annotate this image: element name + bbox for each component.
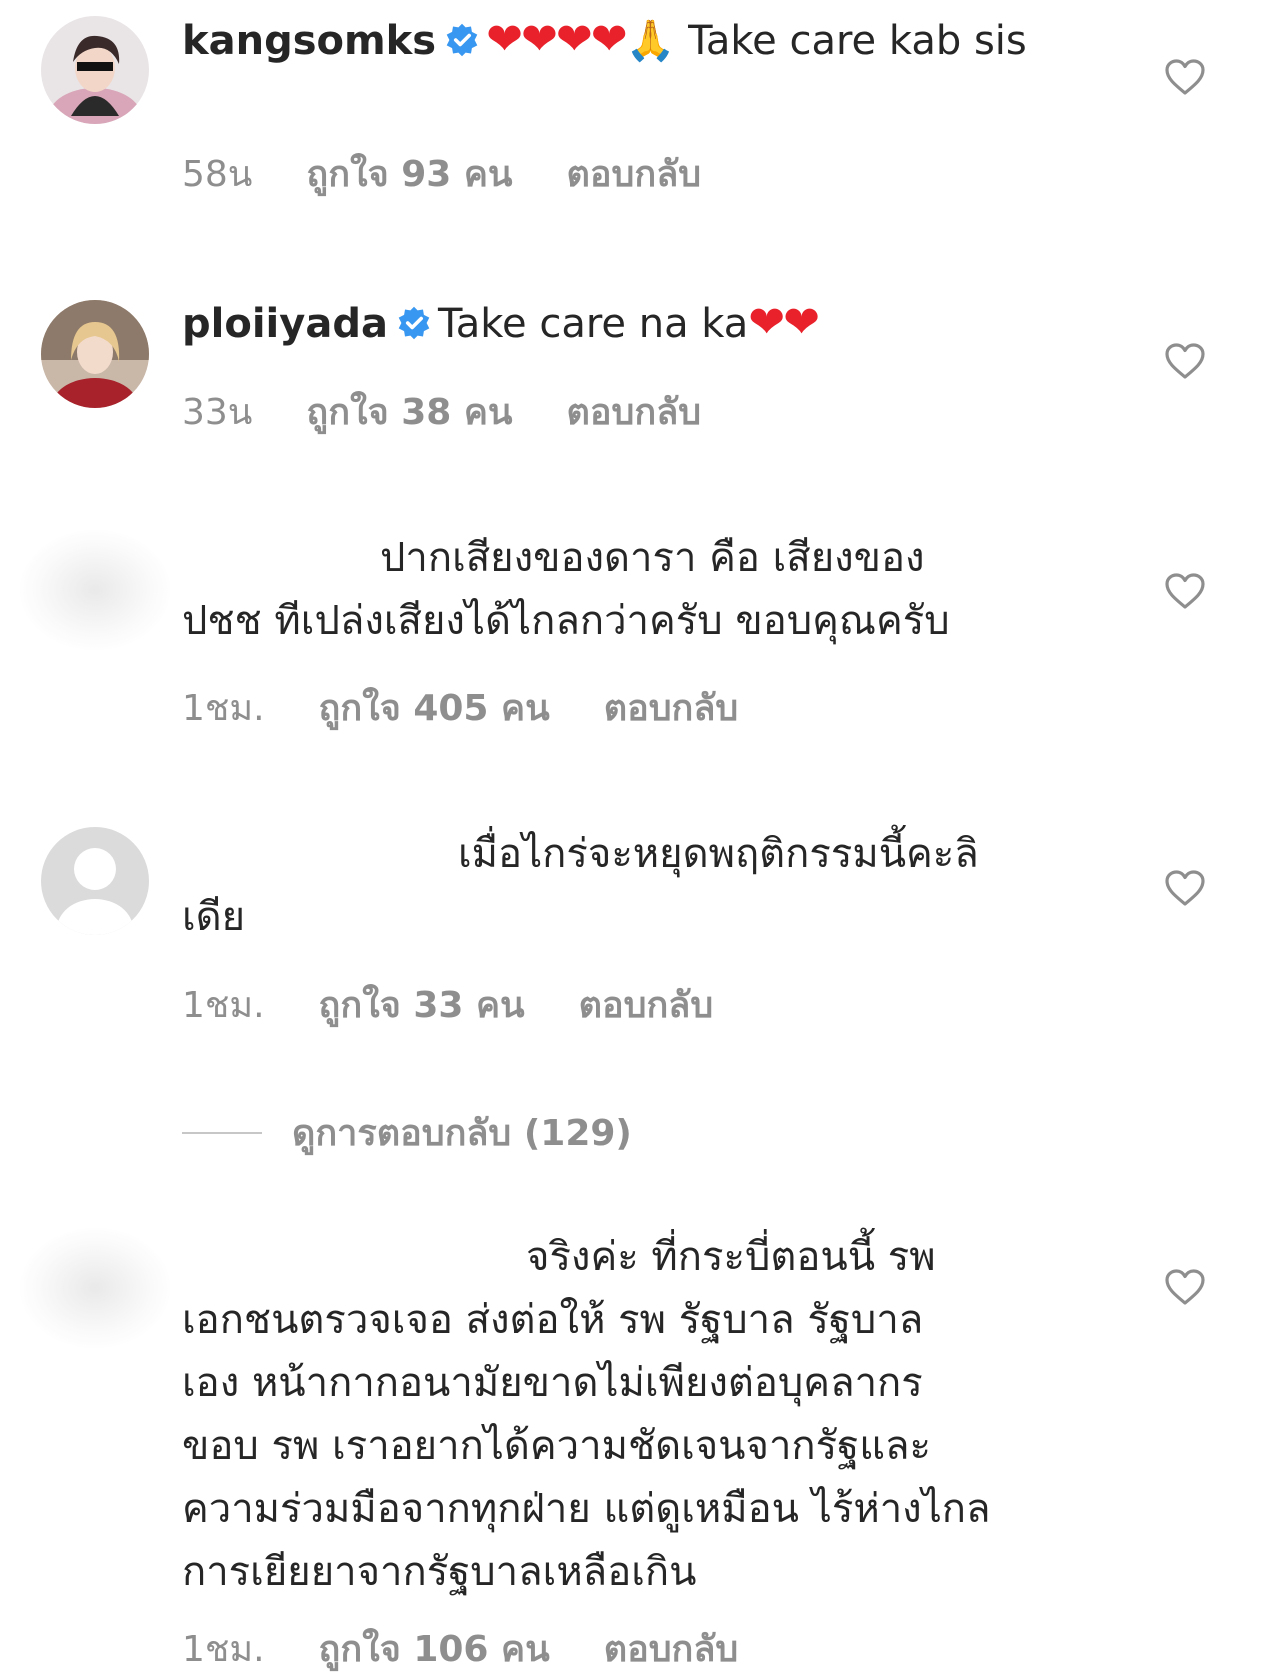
comment-line: เดีย xyxy=(182,894,246,940)
view-replies-button[interactable]: ดูการตอบกลับ (129) xyxy=(182,1104,632,1154)
like-heart-icon[interactable] xyxy=(1164,1268,1206,1306)
comment-meta: 1ชม. ถูกใจ 106 คน ตอบกลับ xyxy=(182,1620,792,1677)
like-heart-icon[interactable] xyxy=(1164,869,1206,907)
comment-meta: 1ชม. ถูกใจ 33 คน ตอบกลับ xyxy=(182,976,767,1033)
view-replies-label: ดูการตอบกลับ (129) xyxy=(292,1113,632,1154)
divider xyxy=(182,1132,262,1134)
comment-body: Take care kab sis xyxy=(688,18,1027,64)
likes-count[interactable]: ถูกใจ 106 คน xyxy=(319,1629,550,1670)
likes-count[interactable]: ถูกใจ 405 คน xyxy=(319,688,550,729)
comment-line: ปชช ทีเปล่งเสียงได้ไกลกว่าครับ ขอบคุณครั… xyxy=(182,598,950,644)
timestamp: 33น xyxy=(182,392,253,433)
comment-meta: 58น ถูกใจ 93 คน ตอบกลับ xyxy=(182,145,755,202)
likes-count[interactable]: ถูกใจ 33 คน xyxy=(319,985,525,1026)
comment-line: การเยียยาจากรัฐบาลเหลือเกิน xyxy=(182,1549,697,1595)
avatar-image xyxy=(41,16,149,124)
likes-count[interactable]: ถูกใจ 38 คน xyxy=(306,392,512,433)
reply-button[interactable]: ตอบกลับ xyxy=(567,154,702,195)
username[interactable]: ploiiyada xyxy=(182,301,388,347)
comment-line: ปากเสียงของดารา คือ เสียงของ xyxy=(380,535,925,581)
comment-text: ploiiyada Take care na ka❤❤ xyxy=(182,294,1102,353)
verified-badge-icon xyxy=(398,306,430,340)
reply-button[interactable]: ตอบกลับ xyxy=(604,688,739,729)
timestamp: 58น xyxy=(182,154,253,195)
comment-line: ขอบ รพ เราอยากได้ความชัดเจนจากรัฐและ xyxy=(182,1423,931,1469)
timestamp: 1ชม. xyxy=(182,1629,265,1670)
like-heart-icon[interactable] xyxy=(1164,58,1206,96)
comment-text: ปากเสียงของดารา คือ เสียงของ ปชช ทีเปล่ง… xyxy=(182,530,1102,650)
default-avatar-icon xyxy=(41,827,149,935)
avatar[interactable] xyxy=(41,300,149,408)
reply-button[interactable]: ตอบกลับ xyxy=(604,1629,739,1670)
timestamp: 1ชม. xyxy=(182,688,265,729)
username[interactable]: kangsomks xyxy=(182,18,436,64)
heart-emojis: ❤❤ xyxy=(748,297,820,348)
like-heart-icon[interactable] xyxy=(1164,342,1206,380)
like-heart-icon[interactable] xyxy=(1164,572,1206,610)
avatar[interactable] xyxy=(41,827,149,935)
comment-line: ความร่วมมือจากทุกฝ่าย แต่ดูเหมือน ไร้ห่า… xyxy=(182,1486,991,1532)
comment-line: จริงค่ะ ที่กระบี่ตอนนี้ รพ xyxy=(526,1234,936,1280)
avatar[interactable] xyxy=(20,530,170,650)
comment-body: Take care na ka xyxy=(437,301,749,347)
reply-button[interactable]: ตอบกลับ xyxy=(567,392,702,433)
verified-badge-icon xyxy=(446,23,478,57)
comment-meta: 1ชม. ถูกใจ 405 คน ตอบกลับ xyxy=(182,679,792,736)
comment-text: kangsomks ❤❤❤❤🙏 Take care kab sis xyxy=(182,11,1102,70)
comment-meta: 33น ถูกใจ 38 คน ตอบกลับ xyxy=(182,383,755,440)
reply-button[interactable]: ตอบกลับ xyxy=(579,985,714,1026)
heart-emojis: ❤❤❤❤ xyxy=(486,14,627,65)
comment-line: เอง หน้ากากอนามัยขาดไม่เพียงต่อบุคลากร xyxy=(182,1360,923,1406)
comment-text: เมื่อไกร่จะหยุดพฤติกรรมนี้คะลิ เดีย xyxy=(182,826,1102,946)
avatar-image xyxy=(41,300,149,408)
comment-line: เมื่อไกร่จะหยุดพฤติกรรมนี้คะลิ xyxy=(458,831,979,877)
likes-count[interactable]: ถูกใจ 93 คน xyxy=(306,154,512,195)
avatar[interactable] xyxy=(20,1228,170,1348)
timestamp: 1ชม. xyxy=(182,985,265,1026)
avatar[interactable] xyxy=(41,16,149,124)
comment-text: จริงค่ะ ที่กระบี่ตอนนี้ รพ เอกชนตรวจเจอ … xyxy=(182,1229,1102,1601)
comment-line: เอกชนตรวจเจอ ส่งต่อให้ รพ รัฐบาล รัฐบาล xyxy=(182,1297,924,1343)
pray-emoji: 🙏 xyxy=(625,18,676,64)
